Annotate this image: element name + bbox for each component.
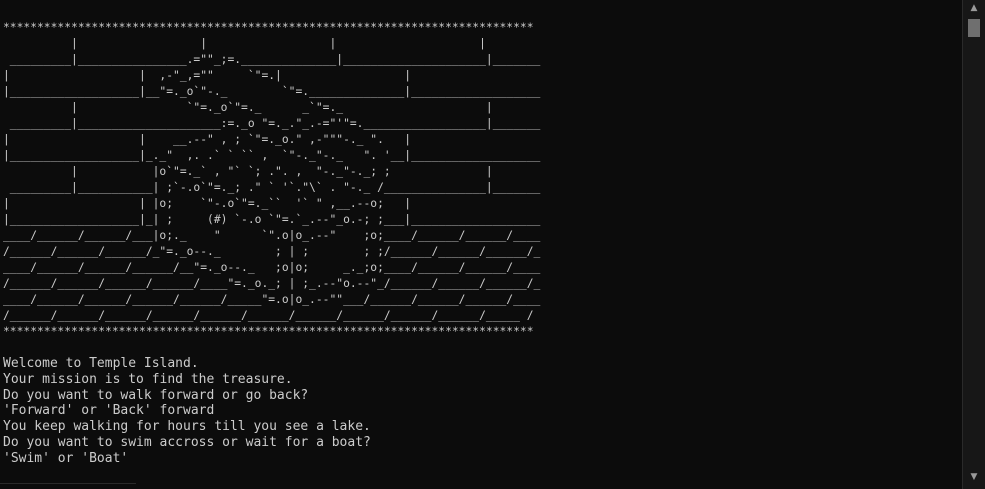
scroll-down-icon[interactable]: ▼: [963, 469, 985, 485]
vertical-scrollbar[interactable]: ▲ ▼: [962, 0, 985, 489]
ascii-art-temple: ****************************************…: [3, 21, 541, 338]
console-line-question-walk: Do you want to walk forward or go back?: [3, 387, 309, 403]
scroll-up-icon[interactable]: ▲: [963, 0, 985, 16]
bottom-divider: [0, 483, 136, 489]
console-output[interactable]: ****************************************…: [0, 0, 960, 489]
console-line-prompt-swim: 'Swim' or 'Boat': [3, 450, 129, 466]
console-line-question-swim: Do you want to swim accross or wait for …: [3, 434, 371, 450]
console-line-lake: You keep walking for hours till you see …: [3, 419, 371, 435]
console-line-welcome: Welcome to Temple Island.: [3, 356, 199, 371]
console-messages: Welcome to Temple Island. Your mission i…: [3, 356, 371, 467]
console-line-mission: Your mission is to find the treasure.: [3, 371, 293, 387]
scroll-thumb[interactable]: [968, 19, 980, 37]
console-line-answer-walk: 'Forward' or 'Back' forward: [3, 403, 215, 419]
